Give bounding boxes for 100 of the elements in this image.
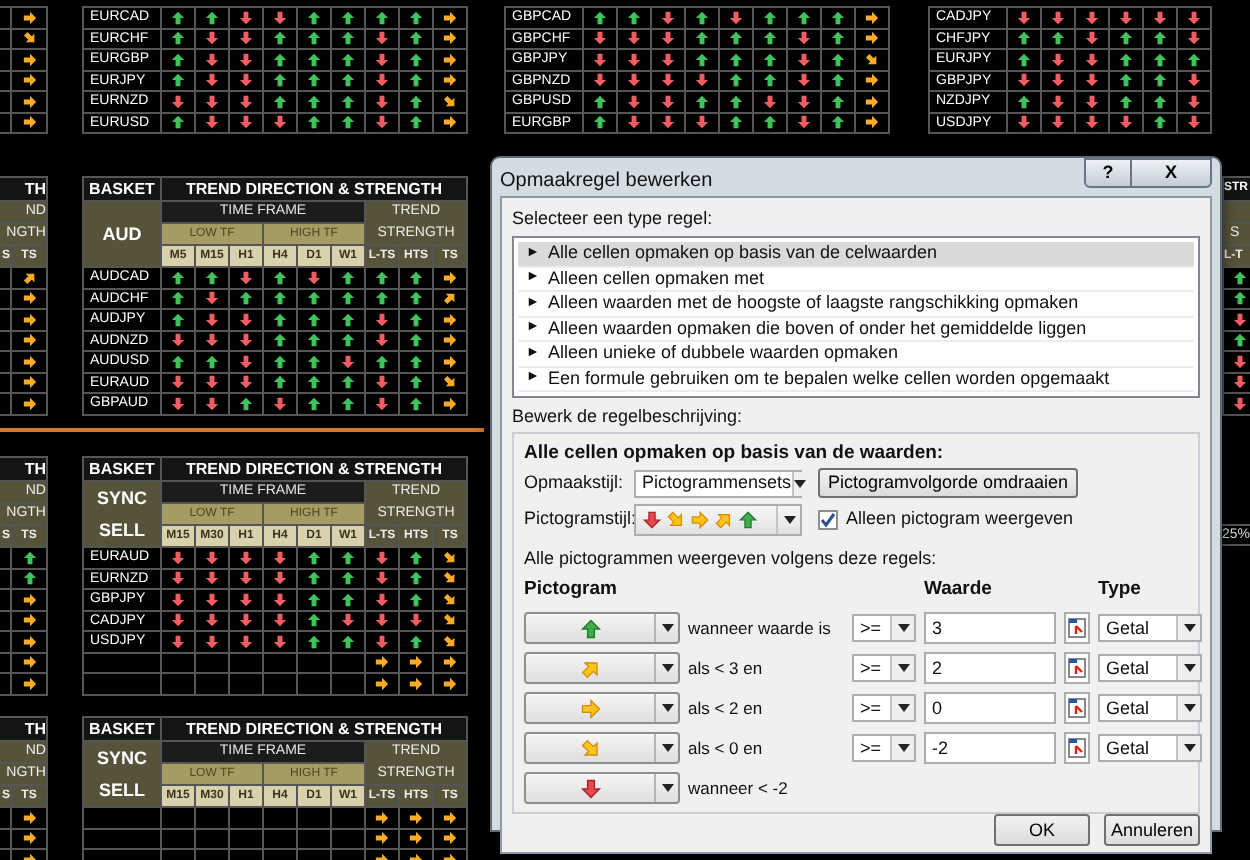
icon-dropdown[interactable]	[524, 612, 680, 645]
basket-name: SYNC	[96, 488, 147, 508]
up-arrow-icon	[694, 93, 710, 110]
down-arrow-icon	[642, 510, 662, 530]
icon-dropdown[interactable]	[524, 692, 680, 725]
caret-icon	[661, 664, 673, 673]
range-select-icon[interactable]	[1064, 732, 1090, 765]
panel-title: TH	[0, 178, 46, 200]
down-arrow-icon	[170, 93, 186, 110]
up-right-arrow-icon	[21, 269, 37, 286]
caret-icon	[1183, 664, 1195, 673]
icon-dropdown[interactable]	[524, 652, 680, 685]
operator-select[interactable]: >=	[852, 654, 916, 683]
range-select-icon[interactable]	[1064, 612, 1090, 645]
right-arrow-icon	[579, 697, 601, 720]
down-arrow-icon	[694, 114, 710, 131]
column-heading: Type	[1098, 576, 1143, 604]
range-select-icon[interactable]	[1064, 692, 1090, 725]
up-arrow-icon	[592, 9, 608, 26]
up-arrow-icon	[796, 9, 812, 26]
down-arrow-icon	[728, 9, 744, 26]
caret-icon	[793, 479, 806, 487]
caret-icon	[783, 516, 795, 524]
header-cell	[1224, 202, 1250, 222]
up-arrow-icon	[170, 114, 186, 131]
up-arrow-icon	[1016, 93, 1032, 110]
down-arrow-icon	[1016, 9, 1032, 26]
icon-style-select[interactable]	[634, 504, 802, 536]
down-arrow-icon	[1050, 9, 1066, 26]
operator-select[interactable]: >=	[852, 694, 916, 723]
value-field[interactable]: 0	[924, 692, 1056, 725]
down-arrow-icon	[340, 612, 356, 629]
up-arrow-icon	[762, 114, 778, 131]
ok-button[interactable]: OK	[994, 814, 1090, 847]
up-right-arrow-icon	[714, 510, 734, 530]
right-arrow-icon	[21, 9, 37, 26]
down-arrow-icon	[408, 612, 424, 629]
panel-title: TREND DIRECTION & STRENGTH	[162, 458, 466, 480]
icon-dropdown[interactable]	[524, 772, 680, 805]
type-select[interactable]: Getal	[1098, 654, 1202, 683]
up-arrow-icon	[340, 633, 356, 650]
up-arrow-icon	[408, 633, 424, 650]
up-arrow-icon	[626, 9, 642, 26]
down-arrow-icon	[238, 269, 254, 286]
down-arrow-icon	[272, 9, 288, 26]
value-field[interactable]: 3	[924, 612, 1056, 645]
down-right-arrow-icon	[21, 30, 37, 47]
down-arrow-icon	[1118, 114, 1134, 131]
down-arrow-icon	[1152, 9, 1168, 26]
panel-title: TREND DIRECTION & STRENGTH	[162, 718, 466, 740]
cancel-button[interactable]: Annuleren	[1104, 814, 1200, 847]
caret-icon	[897, 664, 909, 673]
field-label: Opmaakstijl:	[524, 469, 626, 496]
type-select[interactable]: Getal	[1098, 614, 1202, 643]
down-arrow-icon	[762, 93, 778, 110]
up-arrow-icon	[738, 510, 758, 530]
up-right-arrow-icon	[442, 290, 458, 307]
up-arrow-icon	[238, 290, 254, 307]
basket-name: SELL	[98, 520, 145, 540]
operator-select[interactable]: >=	[852, 734, 916, 763]
range-select-icon[interactable]	[1064, 652, 1090, 685]
down-right-arrow-icon	[666, 510, 686, 530]
caret-icon	[661, 624, 673, 633]
help-button[interactable]: ?	[1084, 158, 1132, 188]
right-arrow-icon	[690, 510, 710, 530]
up-arrow-icon	[204, 353, 220, 370]
down-arrow-icon	[170, 332, 186, 349]
operator-select[interactable]: >=	[852, 614, 916, 643]
up-arrow-icon	[1186, 51, 1202, 68]
icon-dropdown[interactable]	[524, 732, 680, 765]
condition-label: als < 3 en	[688, 655, 763, 682]
type-select[interactable]: Getal	[1098, 694, 1202, 723]
basket-header: BASKET	[84, 718, 160, 740]
basket-name: SYNC	[96, 748, 147, 768]
value-field[interactable]: 2	[924, 652, 1056, 685]
caret-icon	[897, 744, 909, 753]
basket-name: AUD	[102, 224, 142, 244]
caret-icon	[1183, 744, 1195, 753]
value-field[interactable]: -2	[924, 732, 1056, 765]
up-arrow-icon	[204, 269, 220, 286]
close-button[interactable]: X	[1132, 158, 1212, 188]
icon-only-checkbox[interactable]	[818, 510, 838, 530]
condition-label: wanneer waarde is	[688, 615, 831, 642]
up-arrow-icon	[170, 353, 186, 370]
reverse-order-button[interactable]: Pictogramvolgorde omdraaien	[818, 468, 1079, 498]
description-heading: Alle cellen opmaken op basis van de waarden:	[524, 442, 946, 466]
caret-icon	[897, 704, 909, 713]
right-arrow-icon	[442, 114, 458, 131]
section-label: Selecteer een type regel:	[512, 208, 715, 230]
type-select[interactable]: Getal	[1098, 734, 1202, 763]
condition-label: als < 0 en	[688, 735, 763, 762]
format-style-select[interactable]: Pictogrammensets	[634, 469, 802, 497]
window-title: Opmaakregel bewerken	[500, 168, 713, 196]
down-arrow-icon	[1016, 114, 1032, 131]
condition-label: als < 2 en	[688, 695, 763, 722]
basket-header: BASKET	[84, 178, 160, 200]
section-label: Bewerk de regelbeschrijving:	[512, 406, 745, 428]
up-arrow-icon	[1231, 332, 1247, 349]
up-arrow-icon	[374, 353, 390, 370]
up-arrow-icon	[238, 395, 254, 412]
